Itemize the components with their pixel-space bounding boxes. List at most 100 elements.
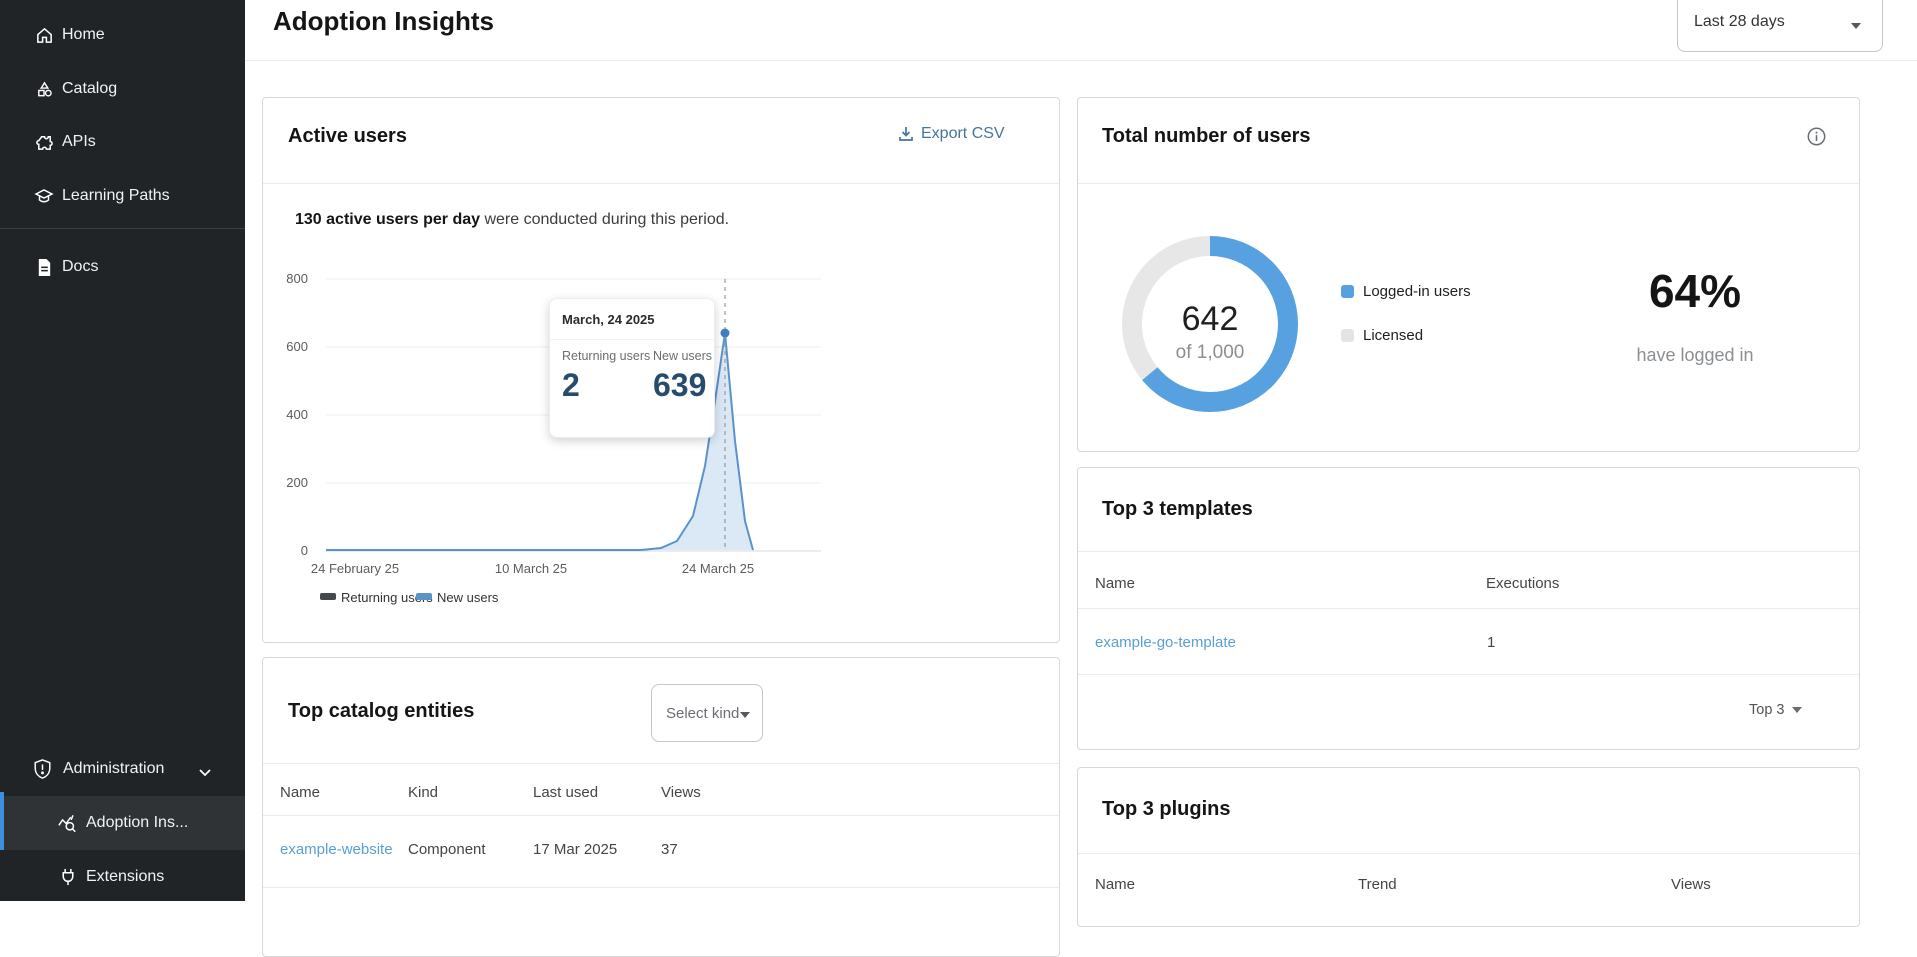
- entity-kind: Component: [408, 841, 486, 858]
- header-divider: [245, 60, 1917, 61]
- entity-last-used: 17 Mar 2025: [533, 841, 617, 858]
- y-tick: 0: [301, 543, 308, 558]
- column-header-name: Name: [280, 784, 320, 801]
- sidebar-item-docs[interactable]: Docs: [0, 240, 245, 294]
- top-plugins-card: Top 3 plugins Name Trend Views: [1077, 767, 1860, 927]
- api-icon: [34, 132, 54, 152]
- export-csv-label: Export CSV: [921, 125, 1005, 143]
- tooltip-value-new: 639: [653, 367, 706, 404]
- caret-down-icon: [1792, 707, 1802, 713]
- column-header-trend: Trend: [1358, 876, 1397, 893]
- legend-swatch-new: [416, 593, 432, 600]
- sidebar: Home Catalog APIs Learning Paths Docs Ad…: [0, 0, 245, 901]
- row-divider: [1078, 674, 1859, 675]
- entity-link[interactable]: example-website: [280, 841, 393, 858]
- card-header-divider: [263, 183, 1059, 184]
- users-donut-chart: 642 of 1,000: [1116, 230, 1306, 420]
- info-icon[interactable]: [1807, 127, 1826, 151]
- row-divider: [263, 887, 1059, 888]
- legend-swatch-returning: [320, 593, 336, 600]
- tooltip-value-returning: 2: [562, 367, 580, 404]
- caret-down-icon: [740, 712, 750, 718]
- y-tick: 800: [286, 271, 308, 286]
- active-users-summary: 130 active users per day were conducted …: [295, 211, 729, 229]
- card-title: Top 3 plugins: [1102, 798, 1231, 821]
- page-title: Adoption Insights: [273, 6, 494, 37]
- learning-paths-icon: [34, 186, 54, 206]
- sidebar-item-label: Home: [62, 26, 105, 44]
- x-tick: 10 March 25: [495, 561, 567, 576]
- date-range-select[interactable]: Last 28 days: [1677, 0, 1883, 52]
- card-title: Total number of users: [1102, 125, 1311, 148]
- tooltip-label-new: New users: [653, 349, 712, 363]
- percent-logged-in: 64%: [1600, 264, 1790, 318]
- top-n-select[interactable]: Top 3: [1749, 702, 1802, 718]
- legend-swatch-licensed: [1341, 329, 1354, 342]
- card-title: Active users: [288, 125, 407, 148]
- sidebar-item-apis[interactable]: APIs: [0, 115, 245, 169]
- template-executions: 1: [1487, 634, 1495, 651]
- sidebar-item-label: Learning Paths: [62, 187, 170, 205]
- sidebar-item-label: APIs: [62, 133, 96, 151]
- sidebar-item-administration[interactable]: Administration: [0, 742, 245, 796]
- legend-label: New users: [437, 590, 499, 605]
- column-header-last-used: Last used: [533, 784, 598, 801]
- tooltip-divider: [550, 339, 714, 340]
- sidebar-item-label: Adoption Ins...: [86, 814, 188, 832]
- x-tick: 24 March 25: [682, 561, 754, 576]
- top-catalog-entities-card: Top catalog entities Select kind Name Ki…: [262, 657, 1060, 957]
- row-divider: [1078, 608, 1859, 609]
- active-item-indicator: [0, 792, 4, 850]
- tooltip-date: March, 24 2025: [562, 312, 655, 327]
- legend-label: Logged-in users: [1363, 283, 1471, 300]
- donut-center-value: 642: [1182, 300, 1239, 338]
- sidebar-item-label: Catalog: [62, 80, 117, 98]
- column-header-name: Name: [1095, 575, 1135, 592]
- legend-label: Licensed: [1363, 327, 1423, 344]
- shield-exclamation-icon: [32, 759, 52, 779]
- chart-tooltip: March, 24 2025 Returning users New users…: [549, 298, 715, 438]
- plug-icon: [58, 867, 78, 887]
- sidebar-item-extensions[interactable]: Extensions: [0, 850, 245, 904]
- sidebar-item-home[interactable]: Home: [0, 8, 245, 62]
- card-title: Top catalog entities: [288, 700, 474, 723]
- tooltip-label-returning: Returning users: [562, 349, 650, 363]
- y-tick: 600: [286, 339, 308, 354]
- sidebar-item-learning-paths[interactable]: Learning Paths: [0, 169, 245, 223]
- column-header-executions: Executions: [1486, 575, 1559, 592]
- y-tick: 200: [286, 475, 308, 490]
- sidebar-divider: [0, 228, 245, 229]
- sidebar-item-catalog[interactable]: Catalog: [0, 62, 245, 116]
- chevron-down-icon: [198, 764, 212, 782]
- top-templates-card: Top 3 templates Name Executions example-…: [1077, 467, 1860, 750]
- kind-select[interactable]: Select kind: [651, 684, 763, 742]
- card-header-divider: [263, 763, 1059, 764]
- row-divider: [263, 815, 1059, 816]
- data-point-dot: [721, 329, 730, 338]
- catalog-icon: [34, 79, 54, 99]
- top-n-label: Top 3: [1749, 702, 1784, 718]
- summary-rest: were conducted during this period.: [480, 211, 729, 228]
- card-header-divider: [1078, 183, 1859, 184]
- caret-down-icon: [1851, 23, 1861, 29]
- home-icon: [34, 25, 54, 45]
- docs-icon: [34, 257, 54, 277]
- summary-bold: 130 active users per day: [295, 211, 480, 228]
- card-header-divider: [1078, 853, 1859, 854]
- legend-swatch-logged-in: [1341, 285, 1354, 298]
- y-tick: 400: [286, 407, 308, 422]
- kind-select-value: Select kind: [652, 705, 739, 722]
- download-icon: [898, 126, 914, 142]
- column-header-name: Name: [1095, 876, 1135, 893]
- adoption-insights-icon: [58, 813, 78, 833]
- percent-logged-in-sub: have logged in: [1600, 345, 1790, 366]
- sidebar-item-adoption-insights[interactable]: Adoption Ins...: [0, 796, 245, 850]
- template-link[interactable]: example-go-template: [1095, 634, 1236, 651]
- column-header-kind: Kind: [408, 784, 438, 801]
- entity-views: 37: [661, 841, 678, 858]
- date-range-value: Last 28 days: [1678, 13, 1785, 31]
- donut-center-sub: of 1,000: [1176, 342, 1245, 363]
- sidebar-item-label: Administration: [63, 760, 164, 778]
- export-csv-button[interactable]: Export CSV: [898, 125, 1005, 143]
- sidebar-item-label: Docs: [62, 258, 98, 276]
